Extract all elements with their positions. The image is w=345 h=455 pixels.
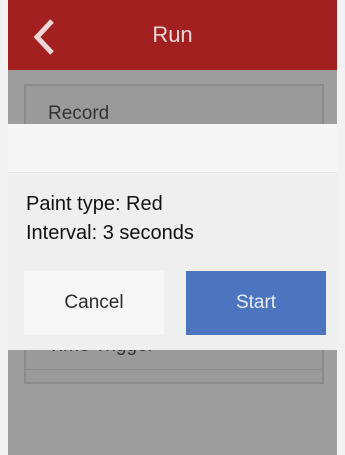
confirm-dialog: Paint type: Red Interval: 3 seconds Canc… xyxy=(8,124,337,350)
list-item-label: Record xyxy=(48,103,110,124)
header-bar: Run xyxy=(8,0,337,70)
app-screen: Run Record Time Trigger Paint type: Red … xyxy=(8,0,337,455)
paint-type-text: Paint type: Red xyxy=(26,193,163,215)
dialog-message: Paint type: Red Interval: 3 seconds xyxy=(26,190,326,248)
interval-text: Interval: 3 seconds xyxy=(26,222,194,244)
page-title: Run xyxy=(152,22,193,47)
dialog-header xyxy=(8,124,337,173)
start-button[interactable]: Start xyxy=(186,271,326,335)
cancel-button[interactable]: Cancel xyxy=(24,271,164,335)
